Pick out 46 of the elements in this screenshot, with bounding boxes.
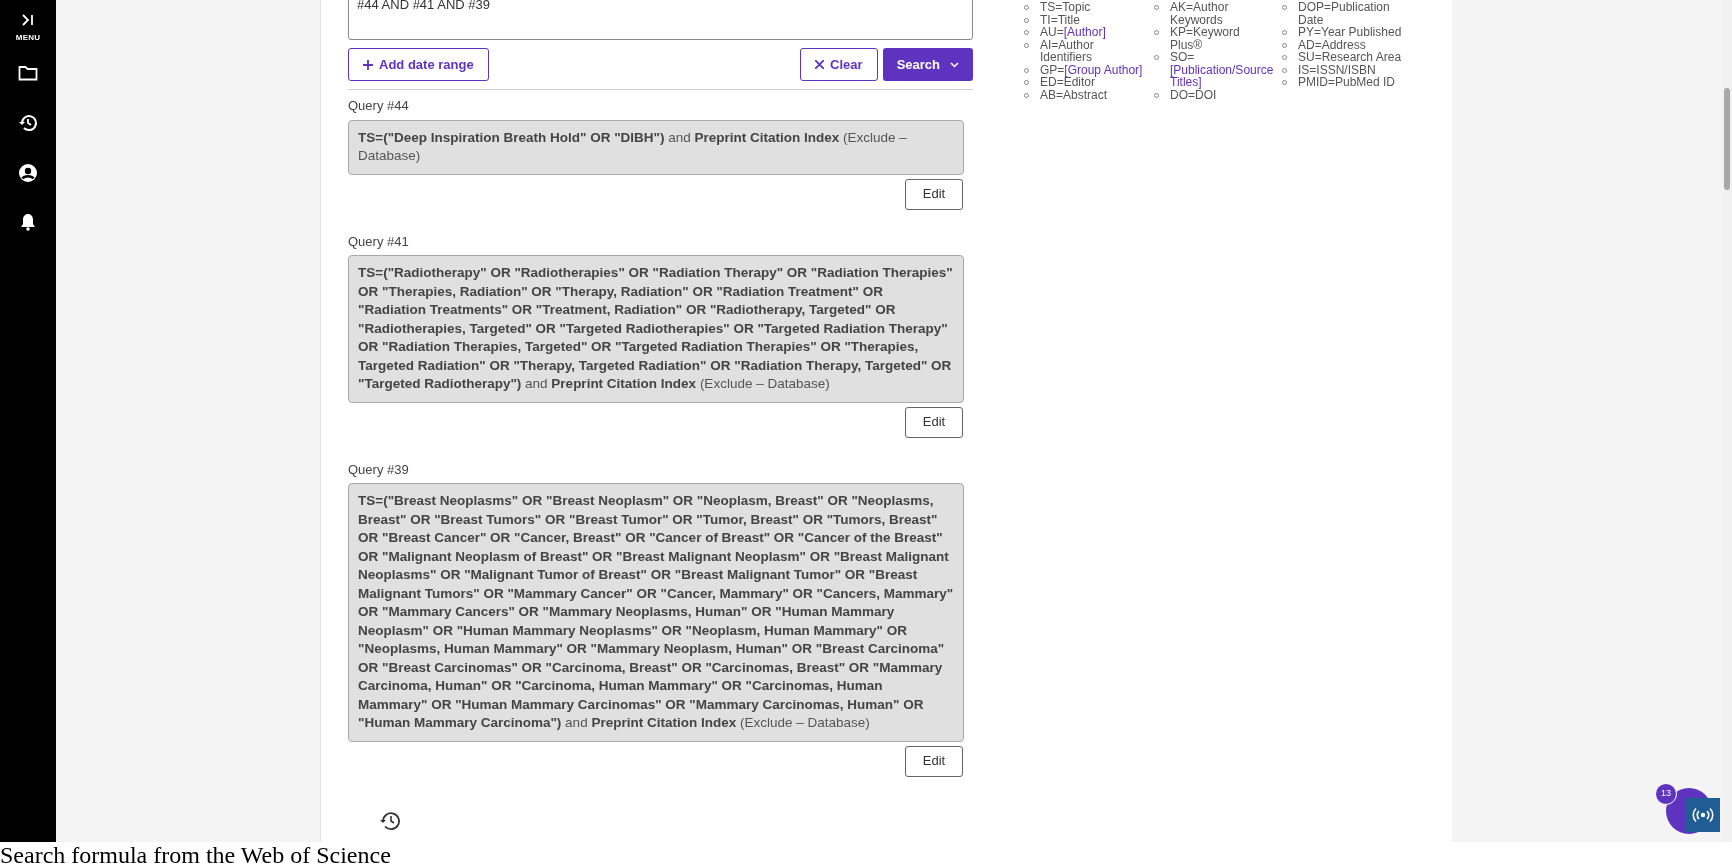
scrollbar-thumb[interactable] (1724, 88, 1730, 190)
bell-icon[interactable] (20, 213, 36, 231)
field-tag-link[interactable]: [Author] (1063, 26, 1106, 39)
field-tag: TI=Title (1040, 13, 1080, 26)
query-label: Query #41 (348, 232, 409, 251)
query-input-field[interactable]: #44 AND #41 AND #39 (348, 0, 973, 40)
field-tag: AD=Address (1298, 38, 1366, 51)
field-tag: SO= (1170, 51, 1195, 64)
edit-button[interactable]: Edit (905, 178, 963, 210)
caption: Search formula from the Web of Science (0, 842, 392, 868)
edit-button[interactable]: Edit (905, 406, 963, 438)
chevron-down-icon (950, 61, 959, 68)
field-tag: AI=Author Identifiers (1040, 38, 1146, 64)
field-tag: ED=Editor (1040, 76, 1096, 89)
edit-button[interactable]: Edit (905, 745, 963, 777)
query-text: TS=("Breast Neoplasms" OR "Breast Neoplasm" OR "Neoplasm, Breast" OR "Neoplasms, Breast" OR "Breast Tumors" OR "Breast Tumor" OR "Tumor, Breast" OR "Tumors, Breast" OR "Breast Cancer" OR "Cancer, Breast" OR "Cancer of Breast" OR "Cancer of the Breast" OR "Malignant Neoplasm of Breast" OR "Breast Malignant Neoplasm" OR "Breast Malignant Neoplasms" OR "Malignant Tumor of Breast" OR "Breast Malignant Tumor" OR "Breast Malignant Tumors" OR "Mammary Cancer" OR "Cancer, Mammary" OR "Cancers, Mammary" OR "Mammary Cancers" OR "Mammary Neoplasms, Human" OR "Human Mammary Neoplasm" OR "Human Mammary Neoplasms" OR "Neoplasm, Human Mammary" OR "Neoplasms, Human Mammary" OR "Mammary Neoplasm, Human" OR "Breast Carcinoma" OR "Breast Carcinomas" OR "Carcinoma, Breast" OR "Carcinomas, Breast" OR "Mammary Carcinoma, Human" OR "Carcinoma, Human Mammary" OR "Carcinomas, Human Mammary" OR "Human Mammary Carcinomas" OR "Mammary Carcinomas, Human" OR "Human Mammary Carcinoma") and Preprint Citation Index (Exclude – Database) (348, 483, 964, 742)
add-date-range-button[interactable]: Add date range (348, 48, 489, 81)
notification-badge: 13 (1655, 783, 1677, 805)
field-tag: AU= (1040, 26, 1064, 39)
query-text: TS=("Deep Inspiration Breath Hold" OR "DIBH") and Preprint Citation Index (Exclude – Database) (348, 119, 964, 175)
user-icon[interactable] (18, 163, 38, 183)
close-icon (815, 60, 825, 69)
history-icon[interactable] (18, 113, 38, 133)
field-tag-link[interactable]: [Publication/Source Titles] (1170, 63, 1274, 89)
field-tag: DO=DOI (1170, 88, 1217, 101)
field-tag-link[interactable]: [Group Author] (1064, 63, 1143, 76)
expand-icon (21, 14, 35, 26)
clear-button[interactable]: Clear (800, 48, 878, 81)
field-tag: KP=Keyword Plus® (1170, 26, 1274, 51)
field-tag: AK=Author Keywords (1170, 1, 1274, 26)
field-tag: SU=Research Area (1298, 51, 1402, 64)
query-label: Query #39 (348, 460, 409, 479)
plus-icon (363, 59, 373, 70)
history-icon (378, 810, 400, 831)
field-tag: AB=Abstract (1040, 88, 1108, 101)
field-tag: DOP=Publication Date (1298, 1, 1414, 26)
query-text: TS=("Radiotherapy" OR "Radiotherapies" OR "Radiation Therapy" OR "Radiation Therapies" OR "Therapies, Radiation" OR "Therapy, Radiation" OR "Radiation Treatment" OR "Radiation Treatments" OR "Treatment, Radiation" OR "Radiotherapy, Targeted" OR "Radiotherapies, Targeted" OR "Targeted Radiotherapies" OR "Targeted Radiation Therapy" OR "Radiation Therapies, Targeted" OR "Targeted Radiation Therapies" OR "Therapies, Targeted Radiation" OR "Therapy, Targeted Radiation" OR "Radiation Therapy, Targeted" OR "Targeted Radiotherapy") and Preprint Citation Index (Exclude – Database) (348, 255, 964, 403)
query-label: Query #44 (348, 97, 409, 115)
field-tag: PY=Year Published (1298, 26, 1402, 39)
folder-icon[interactable] (18, 65, 38, 81)
field-tag: PMID=PubMed ID (1298, 76, 1396, 89)
field-tag: TS=Topic (1040, 1, 1091, 14)
field-tag: IS=ISSN/ISBN (1298, 63, 1376, 76)
field-tag: GP= (1040, 63, 1065, 76)
search-button[interactable]: Search (882, 48, 973, 81)
menu-button[interactable]: MENU (15, 14, 41, 44)
